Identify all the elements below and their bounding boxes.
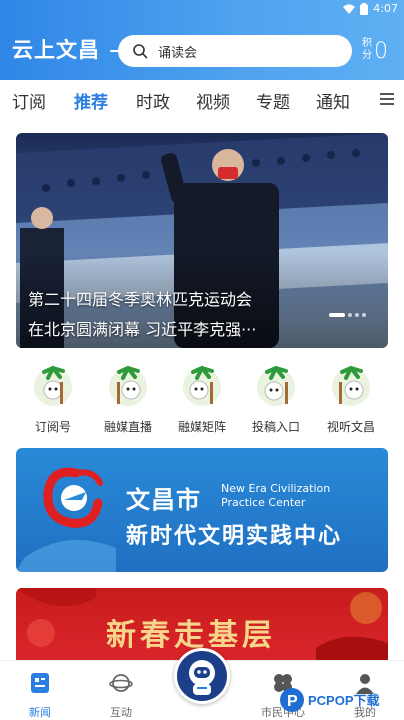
astronaut-mascot-icon xyxy=(189,660,215,695)
center-mascot-button[interactable] xyxy=(174,648,230,704)
hero-title-line1: 第二十四届冬季奥林匹克运动会 xyxy=(28,290,253,309)
news-icon xyxy=(31,673,49,693)
nav-interact[interactable]: 互动 xyxy=(96,671,146,720)
quick-entry-subscription[interactable]: 订阅号 xyxy=(23,362,83,435)
search-input[interactable]: 诵读会 xyxy=(158,42,197,61)
points-label: 积分 xyxy=(362,38,372,61)
hero-carousel[interactable]: 第二十四届冬季奥林匹克运动会 在北京圆满闭幕 习近平李克强··· xyxy=(16,133,388,348)
quick-entry-label: 视听文昌 xyxy=(326,420,375,434)
carousel-dot xyxy=(348,313,352,317)
battery-icon xyxy=(360,2,369,15)
quick-entry-av[interactable]: 视听文昌 xyxy=(321,362,381,435)
banner2-title: 新春走基层 xyxy=(106,618,276,653)
quick-entry-label: 融媒矩阵 xyxy=(177,420,226,434)
banner-english-line1: New Era Civilization xyxy=(221,482,331,495)
tab-notices[interactable]: 通知 xyxy=(316,88,350,113)
status-time: 4:07 xyxy=(373,2,398,15)
mascot-palm-icon xyxy=(109,366,147,406)
tab-politics[interactable]: 时政 xyxy=(136,88,170,113)
carousel-dot-active xyxy=(329,313,345,317)
mascot-palm-icon xyxy=(183,366,221,406)
svg-text:PCPOP下载: PCPOP下载 xyxy=(308,693,380,708)
nav-label: 互动 xyxy=(110,706,132,719)
wifi-icon xyxy=(343,4,356,14)
banner-city-name: 文昌市 xyxy=(126,486,201,514)
watermark: P PCPOP下载 xyxy=(278,680,404,720)
nav-label: 新闻 xyxy=(29,706,51,719)
mascot-palm-icon xyxy=(332,366,370,406)
search-icon xyxy=(133,44,148,59)
banner-english-line2: Practice Center xyxy=(221,496,306,509)
tab-topics[interactable]: 专题 xyxy=(256,88,290,113)
civilization-center-banner[interactable]: 文昌市 New Era Civilization Practice Center… xyxy=(16,448,388,572)
status-bar: 4:07 xyxy=(0,0,404,18)
svg-text:P: P xyxy=(287,693,298,710)
quick-entry-label: 融媒直播 xyxy=(103,420,152,434)
app-logo: 云上文昌 xyxy=(12,37,100,62)
quick-entry-label: 投稿入口 xyxy=(251,420,300,434)
carousel-dot xyxy=(362,313,366,317)
tab-video[interactable]: 视频 xyxy=(196,88,230,113)
tab-subscribe[interactable]: 订阅 xyxy=(12,88,46,113)
mascot-palm-icon xyxy=(34,366,72,406)
search-bar[interactable]: 诵读会 xyxy=(118,35,352,67)
quick-entry-submit[interactable]: 投稿入口 xyxy=(246,362,306,435)
tab-recommend[interactable]: 推荐 xyxy=(74,88,108,113)
carousel-dot xyxy=(355,313,359,317)
carousel-indicator xyxy=(329,313,366,317)
app-header: 4:07 云上文昌 诵读会 积分 0 xyxy=(0,0,404,80)
civilization-emblem-icon xyxy=(16,467,116,572)
quick-entry-row: 订阅号 融媒直播 融媒矩阵 投稿入口 视听文昌 xyxy=(0,362,404,437)
menu-icon[interactable] xyxy=(380,93,394,105)
nav-news[interactable]: 新闻 xyxy=(15,671,65,720)
hero-title-line2: 在北京圆满闭幕 习近平李克强··· xyxy=(28,320,257,339)
mascot-palm-icon xyxy=(257,366,295,406)
watermark-logo: P PCPOP下载 xyxy=(280,688,380,712)
quick-entry-label: 订阅号 xyxy=(34,420,71,434)
quick-entry-matrix[interactable]: 融媒矩阵 xyxy=(172,362,232,435)
banner-chinese-title: 新时代文明实践中心 xyxy=(126,524,343,549)
planet-icon xyxy=(109,674,133,692)
points-value: 0 xyxy=(374,39,388,64)
quick-entry-live[interactable]: 融媒直播 xyxy=(98,362,158,435)
